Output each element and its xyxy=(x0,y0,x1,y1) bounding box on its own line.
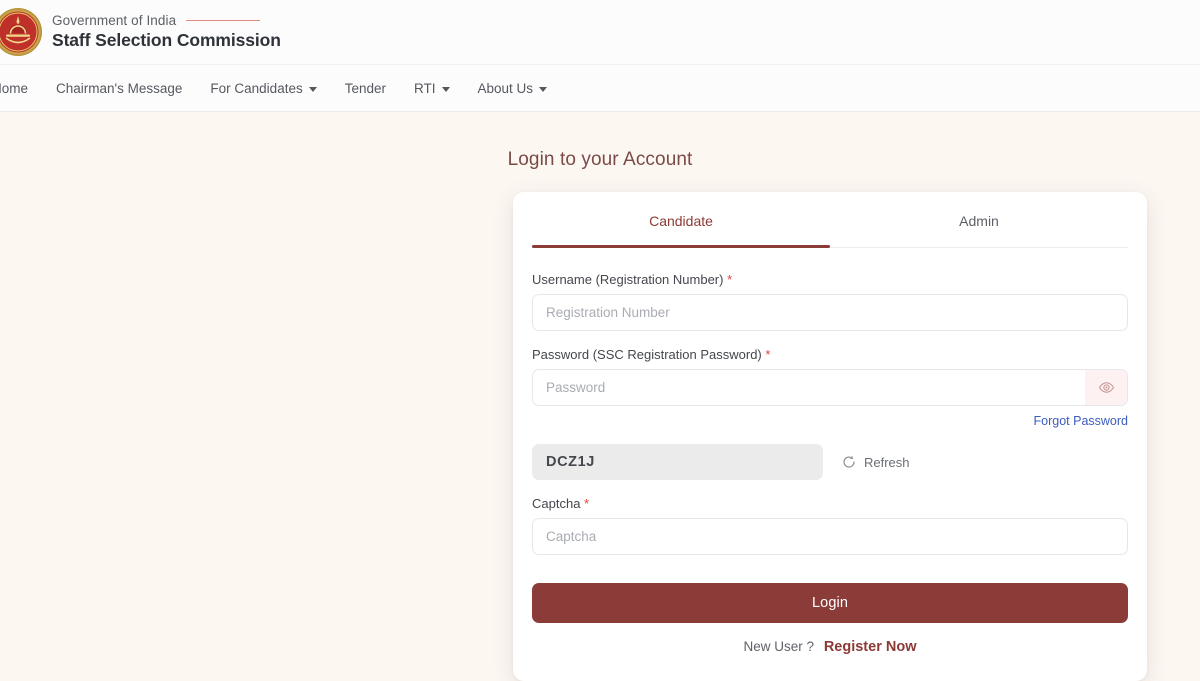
government-line-row: Government of India xyxy=(52,13,281,28)
captcha-field-group: Captcha * xyxy=(532,496,1128,555)
government-of-india-label: Government of India xyxy=(52,13,176,28)
tab-candidate[interactable]: Candidate xyxy=(532,192,830,247)
required-asterisk: * xyxy=(584,496,589,511)
password-field-group: Password (SSC Registration Password) * F xyxy=(532,347,1128,430)
nav-item-about-us[interactable]: About Us xyxy=(464,75,562,102)
new-user-row: New User ? Register Now xyxy=(532,639,1128,655)
required-asterisk: * xyxy=(727,272,732,287)
refresh-icon xyxy=(841,454,857,470)
login-tabs: Candidate Admin xyxy=(532,192,1128,248)
chevron-down-icon xyxy=(309,87,317,92)
nav-item-label: Tender xyxy=(345,81,386,96)
nav-item-chairmans-message[interactable]: Chairman's Message xyxy=(42,75,196,102)
national-emblem-icon xyxy=(0,6,44,58)
username-input[interactable] xyxy=(532,294,1128,331)
login-card: Candidate Admin Username (Registration N… xyxy=(513,192,1147,681)
nav-item-label: Chairman's Message xyxy=(56,81,182,96)
password-input[interactable] xyxy=(532,369,1128,406)
nav-item-rti[interactable]: RTI xyxy=(400,75,464,102)
nav-item-home[interactable]: Home xyxy=(0,75,42,102)
captcha-code-box: DCZ1J xyxy=(532,444,823,480)
forgot-password-link[interactable]: Forgot Password xyxy=(1034,414,1128,428)
username-label-text: Username (Registration Number) xyxy=(532,272,723,287)
username-label: Username (Registration Number) * xyxy=(532,272,1128,287)
nav-list: Home Chairman's Message For Candidates T… xyxy=(0,75,561,102)
brand-text: Government of India Staff Selection Comm… xyxy=(52,13,281,51)
password-label: Password (SSC Registration Password) * xyxy=(532,347,1128,362)
site-header: Government of India Staff Selection Comm… xyxy=(0,0,1200,65)
nav-item-label: RTI xyxy=(414,81,436,96)
organization-name: Staff Selection Commission xyxy=(52,30,281,51)
register-now-link[interactable]: Register Now xyxy=(824,639,917,655)
refresh-captcha-button[interactable]: Refresh xyxy=(841,454,910,470)
toggle-password-visibility-button[interactable] xyxy=(1085,370,1127,405)
page-title: Login to your Account xyxy=(0,149,1200,171)
captcha-input[interactable] xyxy=(532,518,1128,555)
chevron-down-icon xyxy=(539,87,547,92)
captcha-label: Captcha * xyxy=(532,496,1128,511)
nav-item-label: About Us xyxy=(478,81,534,96)
captcha-label-text: Captcha xyxy=(532,496,580,511)
page-body: Login to your Account Candidate Admin Us… xyxy=(0,113,1200,675)
nav-item-label: For Candidates xyxy=(210,81,302,96)
tab-label: Candidate xyxy=(649,213,713,229)
captcha-display-row: DCZ1J Refresh xyxy=(532,444,1128,480)
login-submit-button[interactable]: Login xyxy=(532,583,1128,623)
password-input-wrapper xyxy=(532,369,1128,406)
eye-icon xyxy=(1098,379,1115,396)
brand-lockup[interactable]: Government of India Staff Selection Comm… xyxy=(0,6,281,58)
username-field-group: Username (Registration Number) * xyxy=(532,272,1128,331)
required-asterisk: * xyxy=(765,347,770,362)
forgot-password-row: Forgot Password xyxy=(532,412,1128,430)
main-navigation: Home Chairman's Message For Candidates T… xyxy=(0,65,1200,112)
nav-item-tender[interactable]: Tender xyxy=(331,75,400,102)
password-label-text: Password (SSC Registration Password) xyxy=(532,347,762,362)
tab-label: Admin xyxy=(959,213,999,229)
tab-admin[interactable]: Admin xyxy=(830,192,1128,247)
decorative-rule xyxy=(186,20,260,22)
nav-item-label: Home xyxy=(0,81,28,96)
captcha-code-text: DCZ1J xyxy=(546,454,595,470)
login-form: Username (Registration Number) * Passwor… xyxy=(532,248,1128,655)
chevron-down-icon xyxy=(442,87,450,92)
refresh-label: Refresh xyxy=(864,455,910,470)
nav-item-for-candidates[interactable]: For Candidates xyxy=(196,75,330,102)
new-user-text: New User ? xyxy=(744,639,815,654)
